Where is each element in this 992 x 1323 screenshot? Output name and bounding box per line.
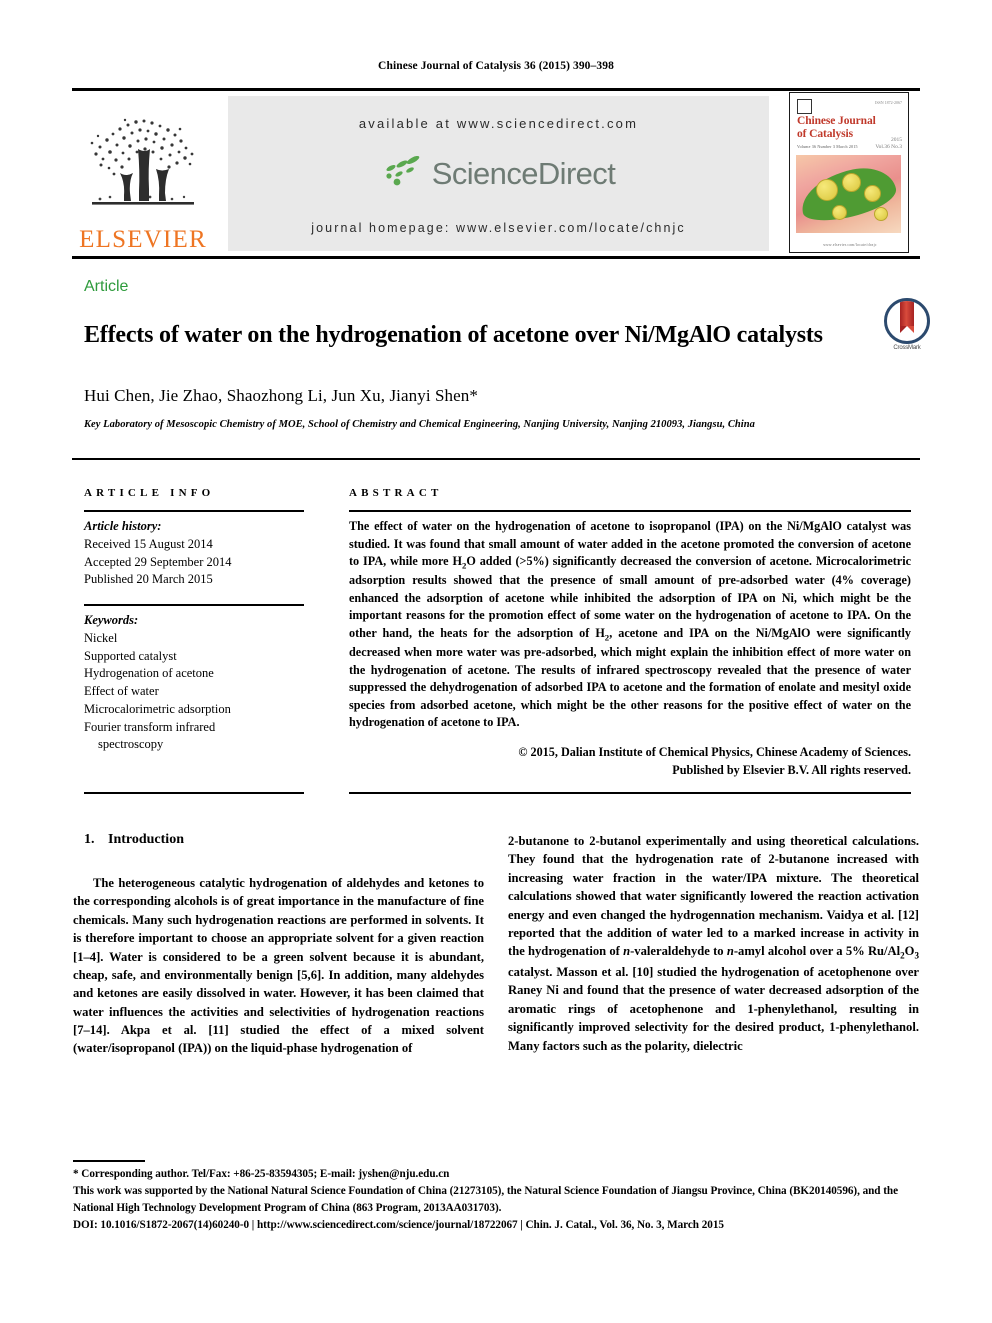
header-rule-top <box>72 88 920 91</box>
journal-cover-image: ISSN 1872-2067 Chinese Journal of Cataly… <box>789 92 909 253</box>
footnote-block: * Corresponding author. Tel/Fax: +86-25-… <box>73 1166 921 1234</box>
sciencedirect-wordmark: ScienceDirect <box>431 156 616 191</box>
cover-title-line2: of Catalysis <box>797 127 853 140</box>
history-item: Received 15 August 2014 <box>84 536 213 551</box>
cover-volume: Vol.36 No.3 <box>875 144 902 151</box>
section-number: 1. <box>84 832 95 847</box>
crossmark-ribbon-shape <box>900 301 914 333</box>
keyword-item: Supported catalyst <box>84 648 177 663</box>
crossmark-badge[interactable]: CrossMark <box>884 298 930 351</box>
elsevier-logo: ELSEVIER <box>78 94 208 252</box>
keywords-block: Keywords: Nickel Supported catalyst Hydr… <box>84 612 312 754</box>
author-list: Hui Chen, Jie Zhao, Shaozhong Li, Jun Xu… <box>84 386 479 405</box>
elsevier-wordmark: ELSEVIER <box>79 226 207 253</box>
article-history-heading: Article history: <box>84 519 162 533</box>
keyword-item: Microcalorimetric adsorption <box>84 701 231 716</box>
history-item: Accepted 29 September 2014 <box>84 554 232 569</box>
cover-footer-url: www.elsevier.com/locate/chnjc <box>823 243 877 247</box>
intro-paragraph-left: The heterogeneous catalytic hydrogenatio… <box>73 876 484 1056</box>
cover-bean-5 <box>874 207 888 221</box>
cover-bean-4 <box>832 205 847 220</box>
abstract-rule-1 <box>349 510 911 512</box>
running-head: Chinese Journal of Catalysis 36 (2015) 3… <box>378 60 614 72</box>
abstract-rule-2 <box>349 792 911 794</box>
journal-homepage-text: journal homepage: www.elsevier.com/locat… <box>311 221 686 235</box>
history-item: Published 20 March 2015 <box>84 572 213 587</box>
sciencedirect-banner: available at www.sciencedirect.com Scien… <box>228 96 769 251</box>
abstract-text: The effect of water on the hydrogenation… <box>349 519 911 730</box>
article-info-label: ARTICLE INFO <box>84 487 215 499</box>
info-rule-3 <box>84 792 304 794</box>
copyright-line-2: Published by Elsevier B.V. All rights re… <box>672 762 911 777</box>
body-column-right: 2-butanone to 2-butanol experimentally a… <box>508 832 919 1055</box>
cover-volume-note: 2015 Vol.36 No.3 <box>875 137 902 151</box>
crossmark-label: CrossMark <box>893 345 921 351</box>
article-history-block: Article history: Received 15 August 2014… <box>84 518 312 589</box>
cover-artwork <box>796 155 901 233</box>
elsevier-mark-icon <box>797 99 812 114</box>
footnote-rule <box>73 1160 145 1162</box>
cover-issn: ISSN 1872-2067 <box>874 100 902 105</box>
doi-note: DOI: 10.1016/S1872-2067(14)60240-0 | htt… <box>73 1219 724 1232</box>
keyword-item: Nickel <box>84 630 118 645</box>
section-heading-introduction: 1. Introduction <box>84 832 184 848</box>
sciencedirect-logo: ScienceDirect <box>382 155 616 194</box>
sciencedirect-leaf-icon <box>382 155 426 194</box>
crossmark-icon <box>884 298 930 344</box>
keyword-item: Fourier transform infrared <box>84 719 216 734</box>
cover-title-line1: Chinese Journal <box>797 115 876 127</box>
info-rule-2 <box>84 604 304 606</box>
corresponding-author-note: * Corresponding author. Tel/Fax: +86-25-… <box>73 1168 450 1180</box>
copyright-line-1: © 2015, Dalian Institute of Chemical Phy… <box>518 745 911 759</box>
cover-year: 2015 <box>891 137 902 143</box>
cover-bean-3 <box>864 185 881 202</box>
abstract-label: ABSTRACT <box>349 487 443 499</box>
cover-bean-1 <box>816 179 838 201</box>
keyword-item: Hydrogenation of acetone <box>84 666 214 681</box>
page-title: Effects of water on the hydrogenation of… <box>84 322 823 349</box>
elsevier-tree-icon <box>80 107 206 225</box>
intro-paragraph-right: 2-butanone to 2-butanol experimentally a… <box>508 834 919 1053</box>
keyword-item-continued: spectroscopy <box>98 737 164 752</box>
body-column-left: The heterogeneous catalytic hydrogenatio… <box>73 874 484 1058</box>
available-at-text: available at www.sciencedirect.com <box>358 116 639 131</box>
abstract-section-rule <box>72 458 920 460</box>
cover-title: Chinese Journal of Catalysis <box>797 115 876 141</box>
paper-page: Chinese Journal of Catalysis 36 (2015) 3… <box>0 0 992 1323</box>
section-title: Introduction <box>108 832 184 847</box>
keyword-item: Effect of water <box>84 684 159 698</box>
cover-bean-2 <box>842 173 861 192</box>
header-rule-bottom <box>72 256 920 259</box>
abstract-copyright: © 2015, Dalian Institute of Chemical Phy… <box>349 744 911 779</box>
keywords-heading: Keywords: <box>84 613 139 627</box>
cover-subtitle: Volume 36 Number 3 March 2015 <box>797 144 858 149</box>
article-type-label: Article <box>84 278 129 295</box>
funding-note: This work was supported by the National … <box>73 1185 898 1215</box>
affiliation: Key Laboratory of Mesoscopic Chemistry o… <box>84 419 755 430</box>
info-rule-1 <box>84 510 304 512</box>
